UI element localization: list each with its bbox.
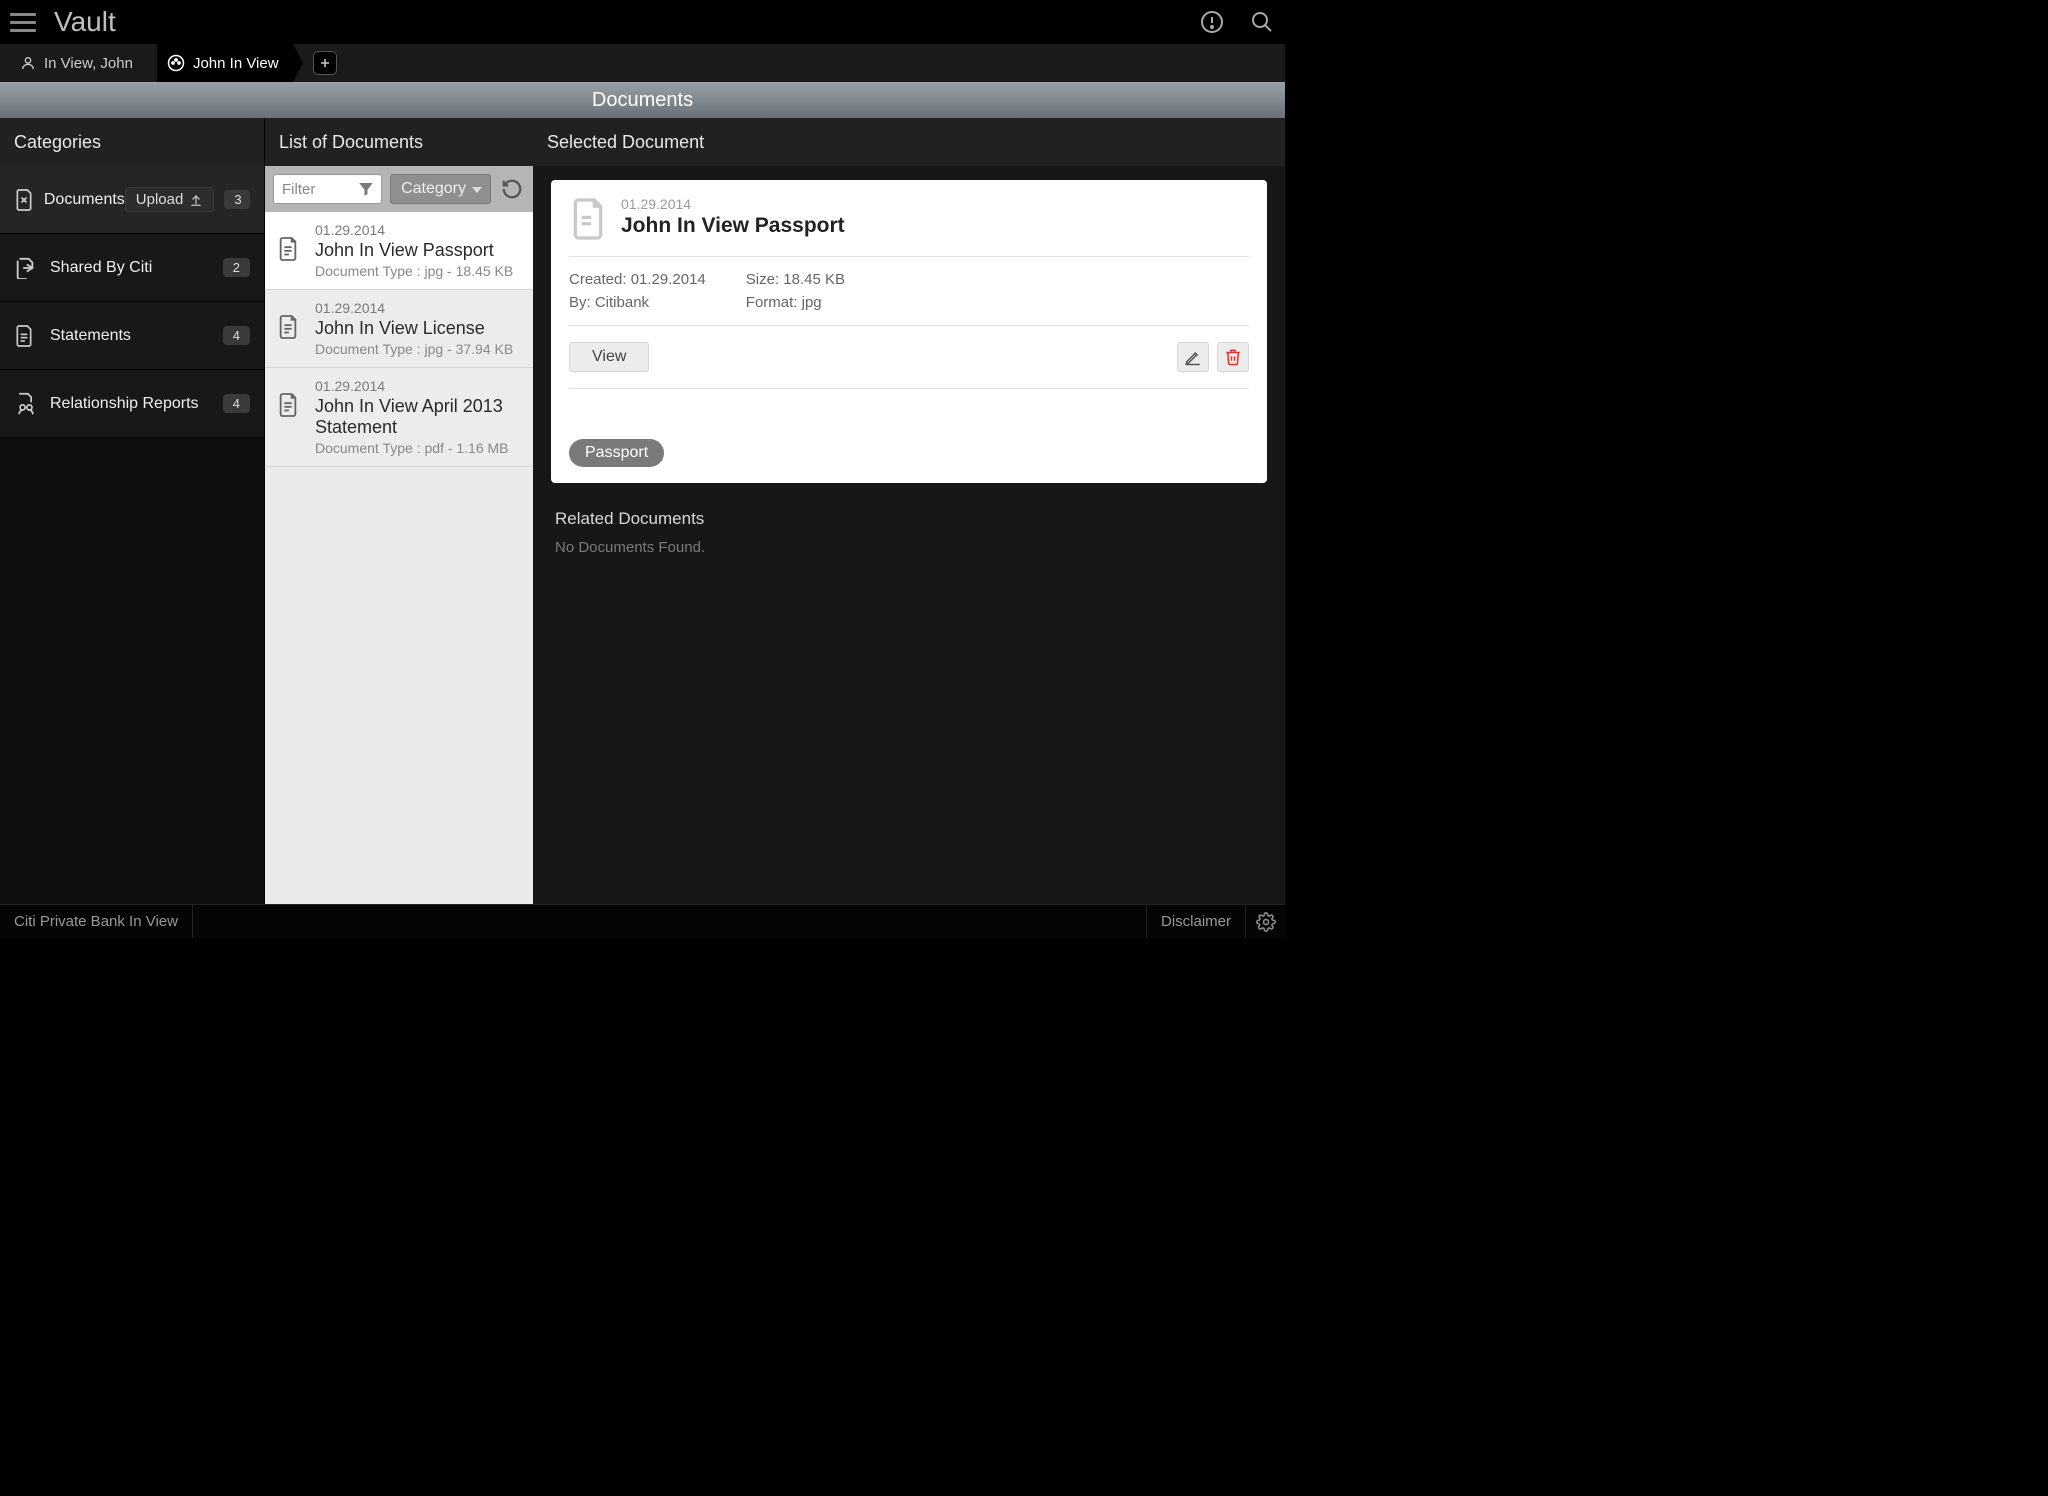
settings-button[interactable] [1245, 905, 1285, 938]
list-item[interactable]: 01.29.2014 John In View April 2013 State… [265, 368, 533, 467]
breadcrumb-item-active[interactable]: John In View [157, 44, 293, 82]
category-select[interactable]: Category [390, 174, 491, 204]
person-icon [20, 55, 36, 71]
document-icon [277, 392, 305, 418]
categories-title: Categories [0, 118, 264, 166]
document-large-icon [569, 196, 607, 242]
upload-button[interactable]: Upload [125, 187, 215, 212]
breadcrumb-label: In View, John [44, 55, 133, 72]
trash-icon [1224, 348, 1242, 366]
related-empty: No Documents Found. [555, 539, 1263, 556]
doc-meta: Document Type : pdf - 1.16 MB [315, 440, 521, 456]
category-count: 3 [224, 190, 250, 209]
alert-icon[interactable] [1199, 9, 1225, 35]
category-label: Relationship Reports [50, 395, 199, 413]
menu-icon[interactable] [10, 9, 36, 35]
filter-input[interactable]: Filter [273, 174, 382, 204]
chevron-down-icon [472, 187, 482, 193]
category-label: Documents [44, 191, 125, 209]
list-title: List of Documents [265, 118, 533, 166]
people-doc-icon [14, 392, 42, 416]
selected-title: Selected Document [533, 118, 1285, 166]
app-title: Vault [54, 6, 116, 38]
edit-button[interactable] [1177, 342, 1209, 372]
pencil-icon [1184, 348, 1202, 366]
funnel-icon [357, 180, 375, 198]
category-label: Shared By Citi [50, 259, 152, 277]
size-label: Size: 18.45 KB [746, 271, 845, 288]
doc-date: 01.29.2014 [315, 378, 521, 394]
add-tab-button[interactable] [313, 51, 337, 75]
category-count: 2 [223, 258, 250, 277]
doc-meta: Document Type : jpg - 18.45 KB [315, 263, 521, 279]
upload-label: Upload [136, 191, 184, 208]
by-label: By: Citibank [569, 294, 706, 311]
created-label: Created: 01.29.2014 [569, 271, 706, 288]
delete-button[interactable] [1217, 342, 1249, 372]
gear-icon [1256, 912, 1276, 932]
breadcrumb-label: John In View [193, 55, 279, 72]
selected-card: 01.29.2014 John In View Passport Created… [551, 180, 1267, 483]
document-x-icon [14, 188, 36, 212]
page-title: Documents [0, 82, 1285, 118]
filter-placeholder: Filter [282, 181, 315, 198]
category-item-statements[interactable]: Statements 4 [0, 302, 264, 370]
doc-title: John In View April 2013 Statement [315, 396, 521, 438]
document-lines-icon [14, 324, 42, 348]
category-count: 4 [223, 326, 250, 345]
doc-date: 01.29.2014 [315, 300, 521, 316]
list-item[interactable]: 01.29.2014 John In View License Document… [265, 290, 533, 368]
document-icon [277, 236, 305, 262]
breadcrumb-item-root[interactable]: In View, John [10, 44, 147, 82]
category-item-shared[interactable]: Shared By Citi 2 [0, 234, 264, 302]
category-item-reports[interactable]: Relationship Reports 4 [0, 370, 264, 438]
selected-date: 01.29.2014 [621, 196, 845, 212]
category-item-documents[interactable]: Documents Upload 3 [0, 166, 264, 234]
category-count: 4 [223, 394, 250, 413]
dots-circle-icon [167, 54, 185, 72]
search-icon[interactable] [1249, 9, 1275, 35]
doc-title: John In View Passport [315, 240, 521, 261]
related-title: Related Documents [555, 509, 1263, 529]
list-item[interactable]: 01.29.2014 John In View Passport Documen… [265, 212, 533, 290]
breadcrumb: In View, John John In View [0, 44, 1285, 82]
tag-passport[interactable]: Passport [569, 439, 664, 467]
refresh-button[interactable] [499, 176, 525, 202]
selected-name: John In View Passport [621, 214, 845, 238]
category-select-label: Category [401, 180, 466, 198]
doc-date: 01.29.2014 [315, 222, 521, 238]
upload-icon [189, 193, 203, 207]
doc-meta: Document Type : jpg - 37.94 KB [315, 341, 521, 357]
footer-brand[interactable]: Citi Private Bank In View [0, 905, 193, 938]
category-label: Statements [50, 327, 131, 345]
document-icon [277, 314, 305, 340]
view-button[interactable]: View [569, 342, 649, 372]
format-label: Format: jpg [746, 294, 845, 311]
doc-title: John In View License [315, 318, 521, 339]
footer-disclaimer[interactable]: Disclaimer [1146, 905, 1245, 938]
share-out-icon [14, 257, 42, 279]
